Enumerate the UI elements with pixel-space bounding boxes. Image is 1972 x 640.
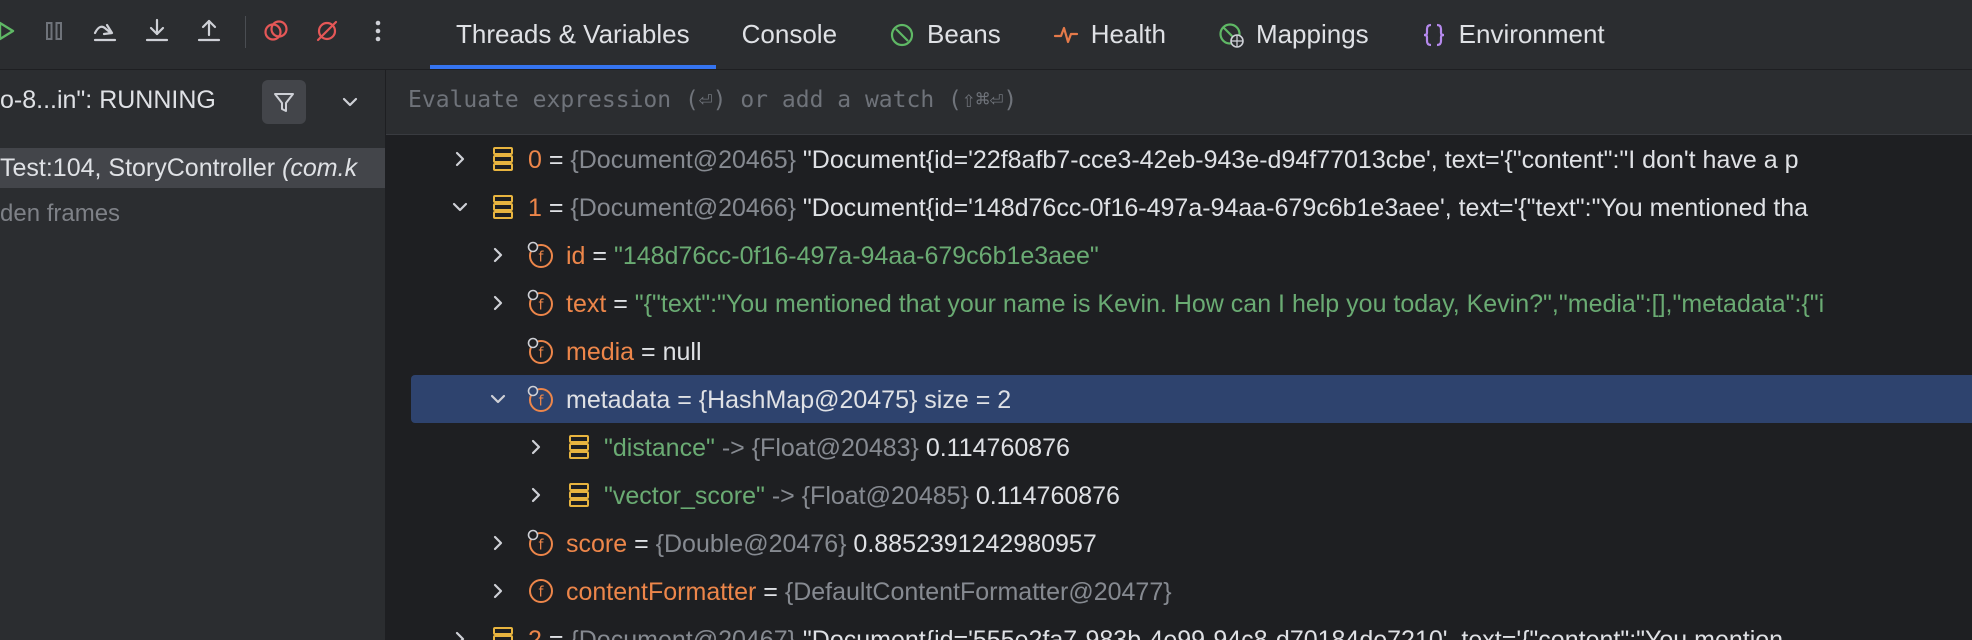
chevron-down-icon[interactable] — [488, 389, 508, 409]
evaluate-placeholder: Evaluate expression (⏎) or add a watch (… — [408, 87, 1018, 113]
svg-text:f: f — [539, 250, 545, 266]
svg-text:f: f — [539, 394, 545, 410]
tab-label: Beans — [927, 19, 1001, 49]
chevron-right-icon[interactable] — [526, 437, 546, 457]
field-icon: f — [529, 579, 553, 603]
debugger-tabs: Threads & Variables Console Beans Health… — [430, 0, 1631, 69]
chevron-right-icon[interactable] — [488, 533, 508, 553]
chevron-right-icon[interactable] — [526, 485, 546, 505]
step-over-icon[interactable] — [91, 17, 119, 45]
more-icon[interactable] — [364, 17, 392, 45]
stack-frame-label: Test:104, StoryController (com.k — [0, 154, 358, 182]
variable-text: text = "{"text":"You mentioned that your… — [566, 290, 1825, 318]
tree-row[interactable]: 0 = {Document@20465} "Document{id='22f8a… — [386, 135, 1972, 183]
tab-label: Health — [1090, 19, 1166, 49]
final-field-icon: f — [527, 385, 553, 412]
final-field-icon: f — [527, 289, 553, 316]
hidden-frames-link[interactable]: den frames — [0, 200, 120, 228]
tree-row[interactable]: f text = "{"text":"You mentioned that yo… — [386, 279, 1972, 327]
variable-text: id = "148d76cc-0f16-497a-94aa-679c6b1e3a… — [566, 242, 1099, 270]
tab-mappings[interactable]: Mappings — [1192, 0, 1395, 69]
tree-row[interactable]: "vector_score" -> {Float@20485} 0.114760… — [386, 471, 1972, 519]
variable-text: 2 = {Document@20467} "Document{id='555e2… — [528, 626, 1784, 640]
tab-label: Environment — [1458, 19, 1605, 49]
view-breakpoints-icon[interactable] — [262, 17, 290, 45]
variable-text: contentFormatter = {DefaultContentFormat… — [566, 578, 1172, 606]
variable-text: media = null — [566, 338, 702, 366]
chevron-down-icon[interactable] — [450, 197, 470, 217]
variables-pane: Evaluate expression (⏎) or add a watch (… — [386, 70, 1972, 640]
chevron-right-icon[interactable] — [488, 245, 508, 265]
thread-name: o-8...in": RUNNING — [0, 86, 216, 114]
stack-frame[interactable]: Test:104, StoryController (com.k — [0, 148, 385, 188]
final-field-icon: f — [527, 337, 553, 364]
chevron-down-icon[interactable] — [334, 86, 366, 118]
environment-icon — [1421, 22, 1447, 48]
tree-row[interactable]: f media = null — [386, 327, 1972, 375]
mute-breakpoints-icon[interactable] — [313, 17, 341, 45]
resume-icon[interactable] — [0, 17, 20, 45]
tree-row[interactable]: "distance" -> {Float@20483} 0.114760876 — [386, 423, 1972, 471]
final-field-icon: f — [527, 529, 553, 556]
toolbar-separator — [245, 16, 246, 48]
array-element-icon — [493, 195, 513, 219]
tree-row[interactable]: f score = {Double@20476} 0.8852391242980… — [386, 519, 1972, 567]
map-entry-icon — [569, 483, 589, 507]
tab-label: Console — [741, 19, 838, 49]
mappings-icon — [1218, 22, 1244, 48]
array-element-icon — [493, 627, 513, 640]
beans-icon — [889, 22, 915, 48]
tab-console[interactable]: Console — [716, 0, 863, 69]
svg-text:f: f — [539, 585, 545, 601]
chevron-right-icon[interactable] — [488, 293, 508, 313]
variable-text: 1 = {Document@20466} "Document{id='148d7… — [528, 194, 1809, 222]
debug-toolbar: Threads & Variables Console Beans Health… — [0, 0, 1972, 70]
variable-text: score = {Double@20476} 0.885239124298095… — [566, 530, 1097, 558]
tree-row[interactable]: 1 = {Document@20466} "Document{id='148d7… — [386, 183, 1972, 231]
variable-text: 0 = {Document@20465} "Document{id='22f8a… — [528, 146, 1799, 174]
tree-row[interactable]: 2 = {Document@20467} "Document{id='555e2… — [386, 615, 1972, 640]
tree-row-selected[interactable]: f metadata = {HashMap@20475} size = 2 — [411, 375, 1972, 423]
pause-icon[interactable] — [40, 17, 68, 45]
tree-row[interactable]: f id = "148d76cc-0f16-497a-94aa-679c6b1e… — [386, 231, 1972, 279]
chevron-right-icon[interactable] — [450, 629, 470, 640]
step-out-icon[interactable] — [195, 17, 223, 45]
final-field-icon: f — [527, 241, 553, 268]
chevron-right-icon[interactable] — [450, 149, 470, 169]
array-element-icon — [493, 147, 513, 171]
tab-label: Mappings — [1255, 19, 1369, 49]
thread-selector[interactable]: o-8...in": RUNNING — [0, 70, 385, 134]
svg-text:f: f — [539, 298, 545, 314]
health-icon — [1053, 22, 1079, 48]
variable-text: "distance" -> {Float@20483} 0.114760876 — [604, 434, 1070, 462]
chevron-right-icon[interactable] — [488, 581, 508, 601]
variable-text: metadata = {HashMap@20475} size = 2 — [566, 386, 1012, 414]
tree-row[interactable]: f contentFormatter = {DefaultContentForm… — [386, 567, 1972, 615]
filter-icon[interactable] — [262, 80, 306, 124]
svg-text:f: f — [539, 538, 545, 554]
tab-threads-variables[interactable]: Threads & Variables — [430, 0, 716, 69]
frames-pane: o-8...in": RUNNING Test:104, StoryContro… — [0, 70, 386, 640]
tab-beans[interactable]: Beans — [863, 0, 1027, 69]
step-into-icon[interactable] — [143, 17, 171, 45]
tab-label: Threads & Variables — [456, 19, 690, 49]
tab-environment[interactable]: Environment — [1395, 0, 1631, 69]
variable-text: "vector_score" -> {Float@20485} 0.114760… — [604, 482, 1120, 510]
map-entry-icon — [569, 435, 589, 459]
svg-text:f: f — [539, 346, 545, 362]
evaluate-expression-field[interactable]: Evaluate expression (⏎) or add a watch (… — [386, 70, 1972, 135]
tab-health[interactable]: Health — [1027, 0, 1192, 69]
